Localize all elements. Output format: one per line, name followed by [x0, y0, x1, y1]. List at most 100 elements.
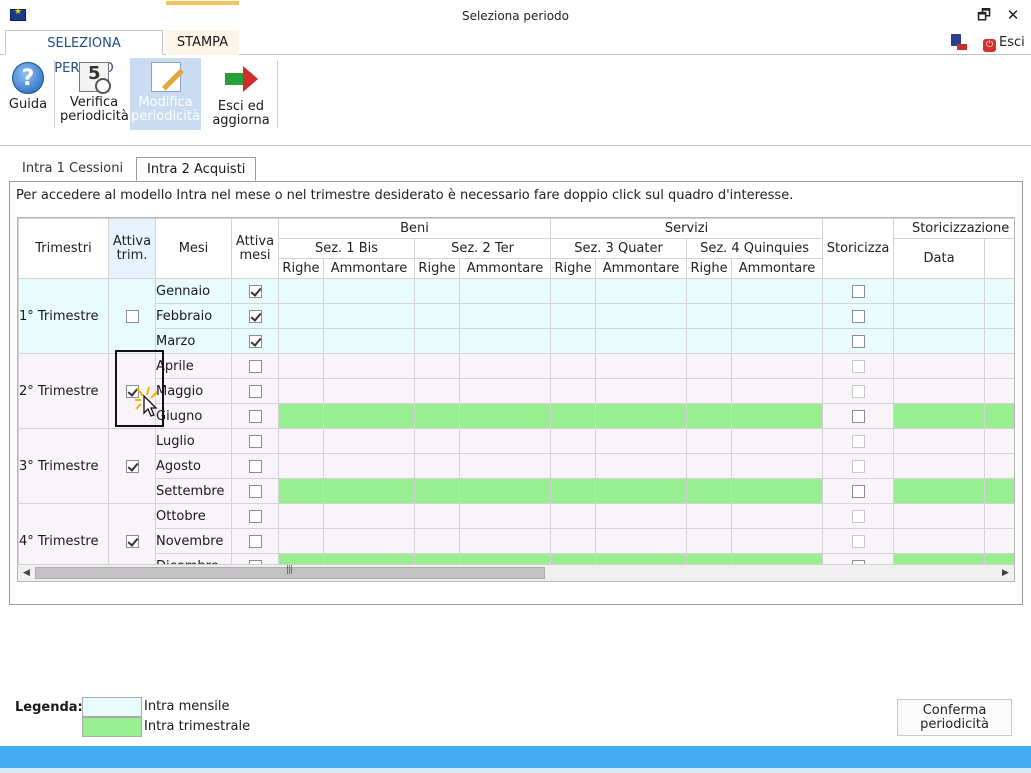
- data-cell[interactable]: [893, 528, 986, 554]
- data-cell[interactable]: [550, 453, 597, 479]
- storicizza-checkbox[interactable]: [822, 353, 895, 379]
- checkbox-icon[interactable]: [851, 434, 865, 448]
- data-cell[interactable]: [595, 528, 688, 554]
- checkbox-icon[interactable]: [851, 459, 865, 473]
- quarter-checkbox[interactable]: [108, 428, 156, 504]
- data-cell[interactable]: [278, 303, 324, 329]
- data-cell[interactable]: [984, 378, 1014, 404]
- data-cell[interactable]: [893, 478, 986, 504]
- header-mesi[interactable]: Mesi: [155, 218, 232, 279]
- language-flag-icon[interactable]: [951, 34, 967, 50]
- data-cell[interactable]: [731, 378, 824, 404]
- data-cell[interactable]: [893, 353, 986, 379]
- month-label[interactable]: Gennaio: [155, 278, 232, 304]
- month-label[interactable]: Luglio: [155, 428, 232, 454]
- data-cell[interactable]: [323, 328, 415, 354]
- data-cell[interactable]: [731, 278, 824, 304]
- data-cell[interactable]: [414, 328, 460, 354]
- scroll-left-icon[interactable]: ◀: [18, 565, 35, 581]
- data-cell[interactable]: [323, 353, 415, 379]
- data-cell[interactable]: [414, 278, 460, 304]
- data-cell[interactable]: [278, 428, 324, 454]
- header-attiva-trim[interactable]: Attiva trim.: [108, 218, 156, 279]
- data-cell[interactable]: [731, 353, 824, 379]
- month-label[interactable]: Aprile: [155, 353, 232, 379]
- data-cell[interactable]: [731, 428, 824, 454]
- data-cell[interactable]: [414, 453, 460, 479]
- data-cell[interactable]: [731, 503, 824, 529]
- storicizza-checkbox[interactable]: [822, 478, 895, 504]
- data-cell[interactable]: [595, 328, 688, 354]
- checkbox-icon[interactable]: [851, 534, 865, 548]
- data-cell[interactable]: [414, 478, 460, 504]
- data-cell[interactable]: [458, 478, 552, 504]
- data-cell[interactable]: [323, 503, 415, 529]
- restore-button[interactable]: 🗗: [971, 4, 997, 26]
- month-checkbox[interactable]: [231, 378, 279, 404]
- storicizza-checkbox[interactable]: [822, 278, 895, 304]
- data-cell[interactable]: [414, 528, 460, 554]
- month-checkbox[interactable]: [231, 503, 279, 529]
- month-label[interactable]: Agosto: [155, 453, 232, 479]
- storicizza-checkbox[interactable]: [822, 403, 895, 429]
- data-cell[interactable]: [595, 278, 688, 304]
- data-cell[interactable]: [458, 378, 552, 404]
- data-cell[interactable]: [458, 353, 552, 379]
- month-label[interactable]: Ottobre: [155, 503, 232, 529]
- data-cell[interactable]: [686, 378, 733, 404]
- data-cell[interactable]: [686, 403, 733, 429]
- data-cell[interactable]: [458, 328, 552, 354]
- data-cell[interactable]: [595, 453, 688, 479]
- checkbox-icon[interactable]: [851, 484, 865, 498]
- data-cell[interactable]: [595, 403, 688, 429]
- month-label[interactable]: Maggio: [155, 378, 232, 404]
- checkbox-icon[interactable]: [248, 534, 262, 548]
- data-cell[interactable]: [323, 453, 415, 479]
- table-row[interactable]: Giugno: [19, 403, 1014, 429]
- checkbox-icon[interactable]: [125, 309, 139, 323]
- tab-seleziona-periodo[interactable]: SELEZIONA PERIODO: [5, 30, 163, 76]
- checkbox-icon[interactable]: [851, 334, 865, 348]
- data-cell[interactable]: [595, 378, 688, 404]
- data-cell[interactable]: [984, 453, 1014, 479]
- month-checkbox[interactable]: [231, 478, 279, 504]
- tab-intra2-acquisti[interactable]: Intra 2 Acquisti: [136, 157, 257, 181]
- data-cell[interactable]: [323, 403, 415, 429]
- verifica-periodicita-button[interactable]: 5 Verifica periodicità: [60, 58, 129, 130]
- data-cell[interactable]: [686, 453, 733, 479]
- quarter-label[interactable]: 2° Trimestre: [18, 353, 109, 429]
- checkbox-icon[interactable]: [851, 509, 865, 523]
- scroll-right-icon[interactable]: ▶: [997, 565, 1014, 581]
- data-cell[interactable]: [731, 528, 824, 554]
- storicizza-checkbox[interactable]: [822, 428, 895, 454]
- table-row[interactable]: 3° Trimestre Luglio: [18, 428, 1014, 504]
- checkbox-icon[interactable]: [248, 284, 262, 298]
- data-cell[interactable]: [323, 378, 415, 404]
- checkbox-icon[interactable]: [125, 384, 139, 398]
- checkbox-icon[interactable]: [851, 409, 865, 423]
- data-cell[interactable]: [458, 303, 552, 329]
- storicizza-checkbox[interactable]: [822, 528, 895, 554]
- table-row[interactable]: Settembre: [19, 478, 1014, 504]
- data-cell[interactable]: [984, 353, 1014, 379]
- data-cell[interactable]: [595, 353, 688, 379]
- header-attiva-mesi[interactable]: Attiva mesi: [231, 218, 279, 279]
- data-cell[interactable]: [458, 503, 552, 529]
- data-cell[interactable]: [550, 478, 597, 504]
- data-cell[interactable]: [731, 403, 824, 429]
- month-checkbox[interactable]: [231, 403, 279, 429]
- data-cell[interactable]: [686, 278, 733, 304]
- data-cell[interactable]: [984, 428, 1014, 454]
- month-label[interactable]: Novembre: [155, 528, 232, 554]
- data-cell[interactable]: [458, 278, 552, 304]
- data-cell[interactable]: [414, 378, 460, 404]
- data-cell[interactable]: [278, 478, 324, 504]
- data-cell[interactable]: [893, 503, 986, 529]
- data-cell[interactable]: [458, 453, 552, 479]
- close-button[interactable]: ✕: [1000, 4, 1026, 26]
- table-row[interactable]: 1° Trimestre Gennaio: [18, 278, 1014, 354]
- data-cell[interactable]: [550, 278, 597, 304]
- data-cell[interactable]: [893, 303, 986, 329]
- esci-button[interactable]: ⏻ Esci: [983, 35, 1025, 52]
- modifica-periodicita-button[interactable]: Modifica periodicità: [130, 58, 201, 130]
